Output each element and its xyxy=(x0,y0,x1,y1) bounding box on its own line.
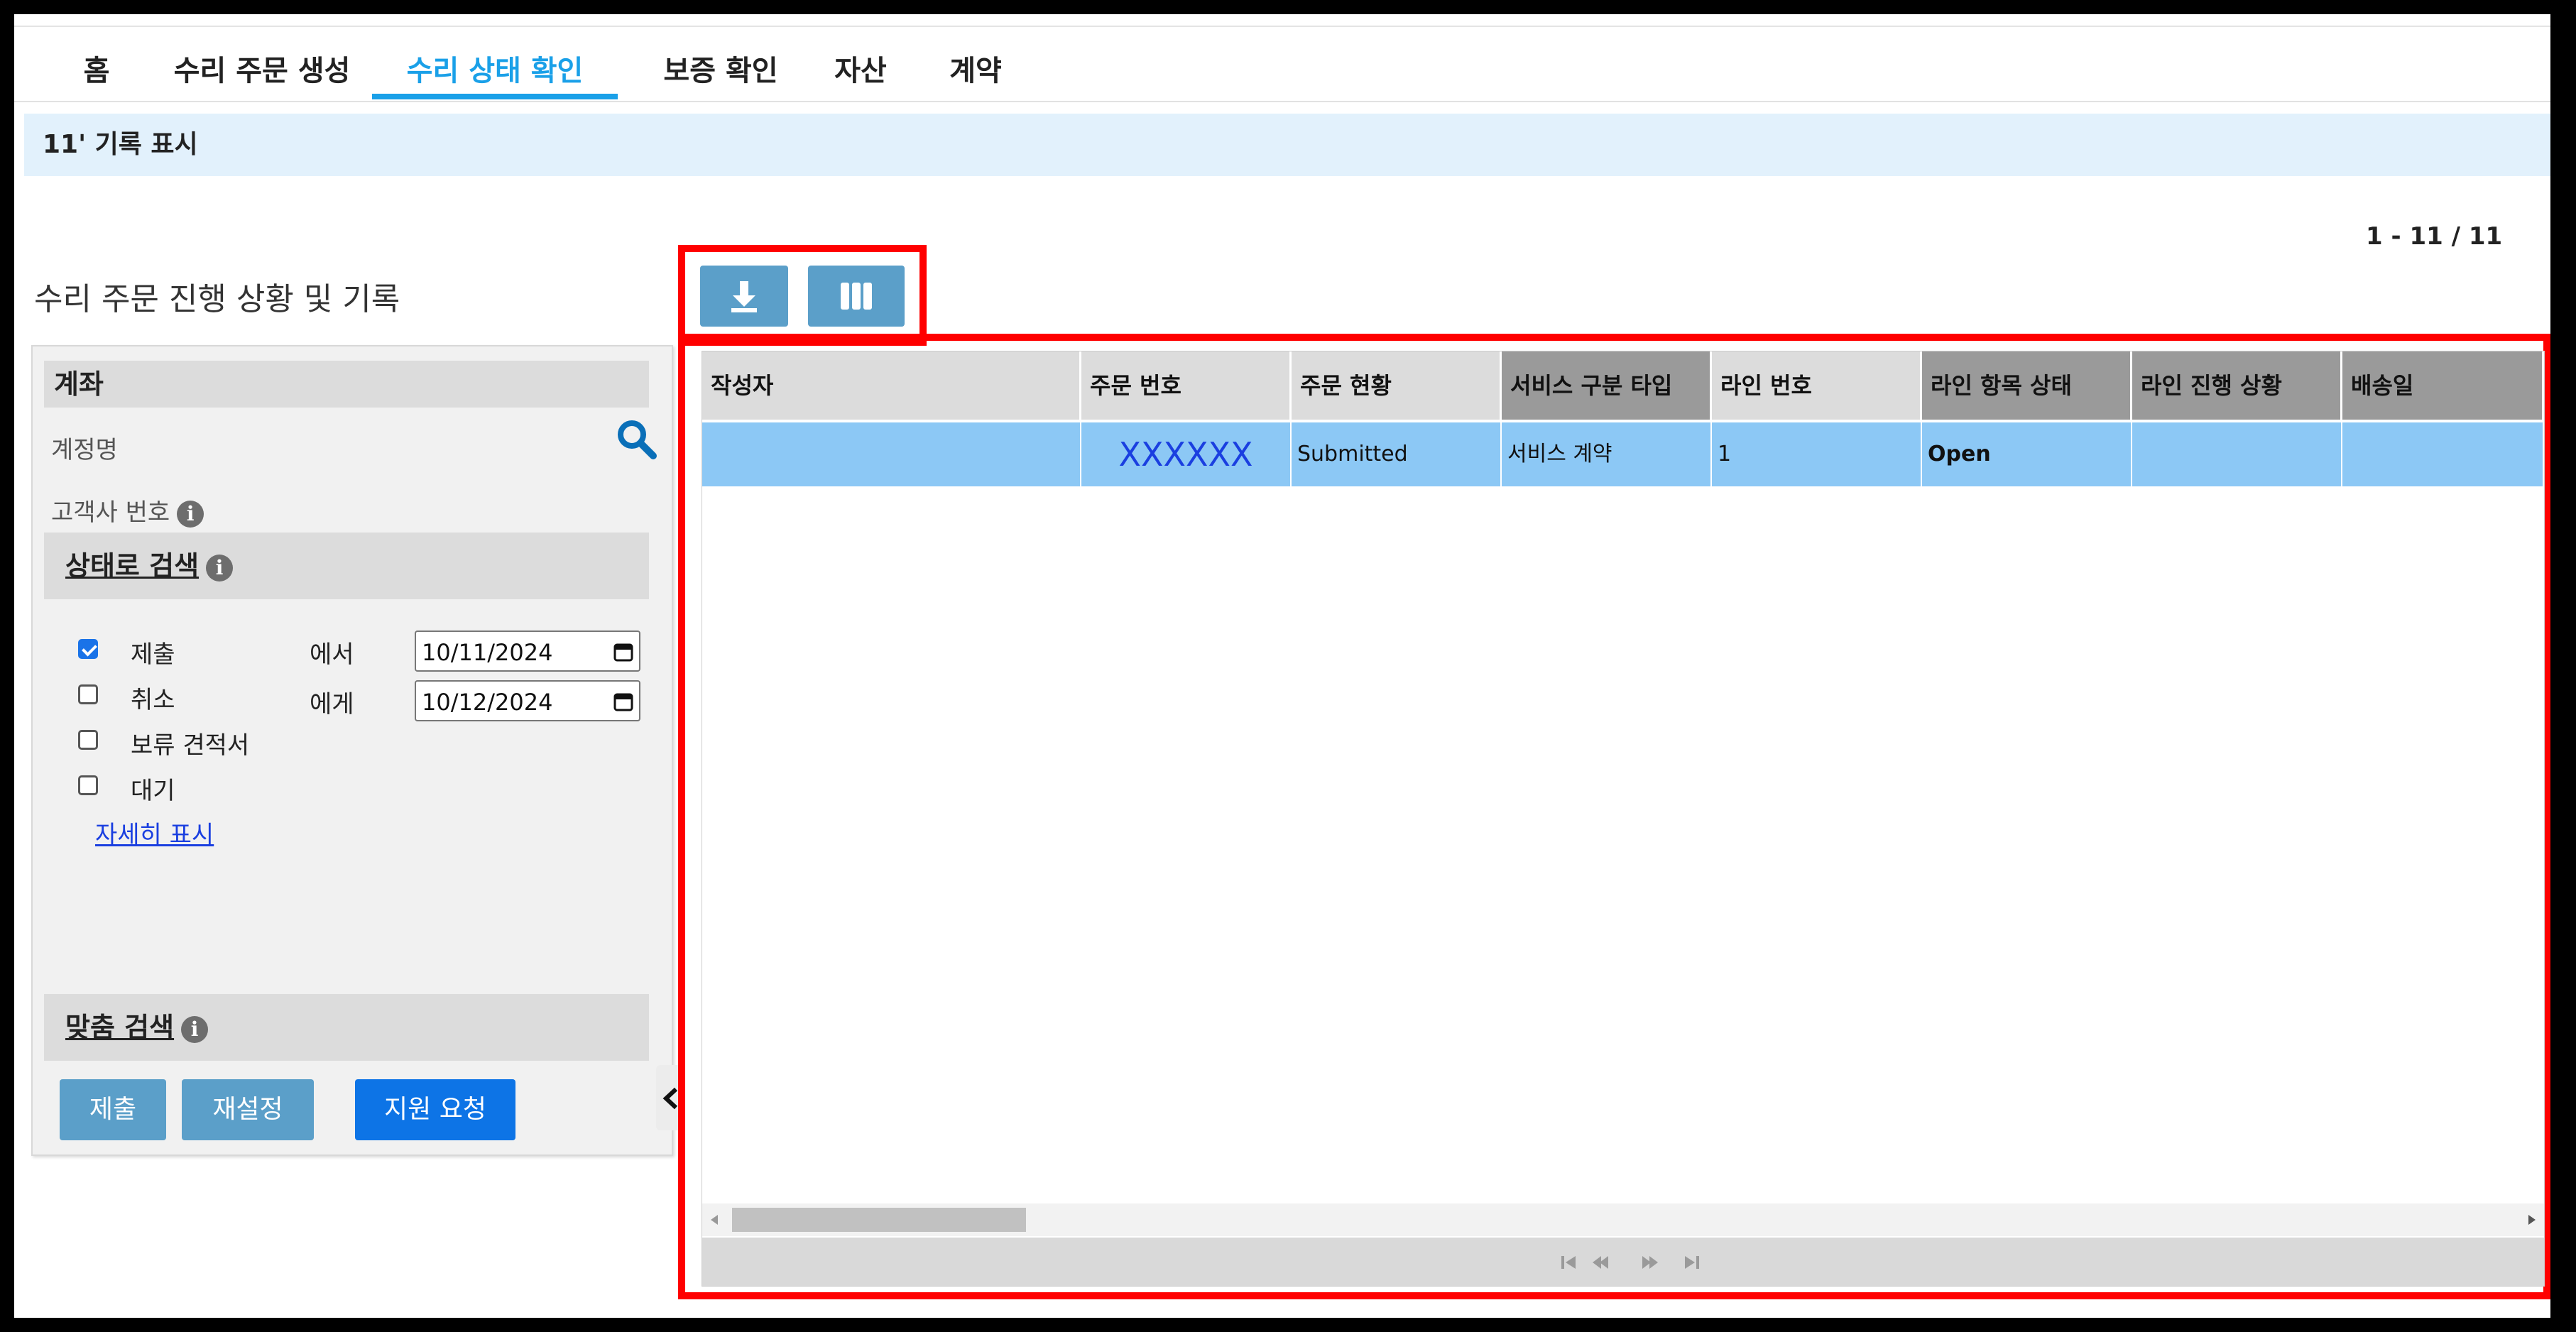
calendar-icon[interactable] xyxy=(613,692,633,711)
page: 홈 수리 주문 생성 수리 상태 확인 보증 확인 자산 계약 11' 기록 표… xyxy=(14,14,2550,1318)
column-header-service-type[interactable]: 서비스 구분 타입 xyxy=(1502,351,1712,420)
account-name-label: 계정명 xyxy=(51,436,118,464)
date-from-label: 에서 xyxy=(310,640,354,669)
info-icon[interactable]: i xyxy=(206,554,234,582)
date-to-label: 에게 xyxy=(310,690,354,719)
pager-nav-icons[interactable] xyxy=(1554,1252,1710,1273)
horizontal-scrollbar[interactable] xyxy=(702,1203,2544,1236)
grid-pager xyxy=(702,1238,2544,1286)
cell-service-type: 서비스 계약 xyxy=(1502,422,1712,486)
scroll-right-icon[interactable] xyxy=(2527,1213,2537,1226)
tab-home[interactable]: 홈 xyxy=(68,36,125,99)
column-header-ship-date[interactable]: 배송일 xyxy=(2342,351,2544,420)
status-search-title[interactable]: 상태로 검색 xyxy=(65,550,199,582)
show-more-link[interactable]: 자세히 표시 xyxy=(95,815,214,850)
scroll-left-icon[interactable] xyxy=(709,1213,719,1226)
status-search-heading: 상태로 검색 i xyxy=(44,533,649,599)
tab-warranty-check[interactable]: 보증 확인 xyxy=(645,36,797,99)
chevron-left-icon xyxy=(662,1087,678,1110)
calendar-icon[interactable] xyxy=(613,642,633,662)
filter-panel: 계좌 계정명 고객사 번호 i 상태로 검색 i 제출 취소 보류 견적서 대기 에… xyxy=(31,345,684,1156)
checkbox-cancelled-label: 취소 xyxy=(131,686,175,714)
support-request-button[interactable]: 지원 요청 xyxy=(355,1079,515,1140)
column-header-order-number[interactable]: 주문 번호 xyxy=(1081,351,1292,420)
tab-assets[interactable]: 자산 xyxy=(822,36,899,99)
column-header-author[interactable]: 작성자 xyxy=(702,351,1081,420)
columns-icon xyxy=(841,283,872,310)
checkbox-waiting[interactable] xyxy=(78,775,98,795)
download-button[interactable] xyxy=(700,266,788,327)
download-icon xyxy=(731,281,757,312)
info-icon[interactable]: i xyxy=(177,500,204,528)
submit-button[interactable]: 제출 xyxy=(60,1079,166,1140)
column-header-order-status[interactable]: 주문 현황 xyxy=(1292,351,1502,420)
checkbox-submitted-label: 제출 xyxy=(131,640,175,669)
info-icon[interactable]: i xyxy=(181,1015,209,1043)
customer-number-row: 고객사 번호 i xyxy=(51,493,204,528)
columns-button[interactable] xyxy=(808,266,905,327)
page-title: 수리 주문 진행 상황 및 기록 xyxy=(34,281,400,317)
top-divider xyxy=(14,26,2550,27)
column-header-line-progress[interactable]: 라인 진행 상황 xyxy=(2132,351,2342,420)
record-count-bar: 11' 기록 표시 xyxy=(24,114,2550,176)
customer-number-label: 고객사 번호 xyxy=(51,498,170,527)
checkbox-submitted[interactable] xyxy=(78,639,98,659)
tab-contracts[interactable]: 계약 xyxy=(937,36,1014,99)
cell-order-number-link[interactable]: XXXXXX xyxy=(1081,422,1292,486)
cell-line-item-status: Open xyxy=(1922,422,2132,486)
scrollbar-thumb[interactable] xyxy=(732,1208,1026,1232)
cell-author xyxy=(702,422,1081,486)
tab-create-repair-order[interactable]: 수리 주문 생성 xyxy=(153,36,371,99)
pager-count: 1 - 11 / 11 xyxy=(2366,222,2503,251)
custom-search-title[interactable]: 맞춤 검색 xyxy=(65,1012,174,1043)
checkbox-waiting-label: 대기 xyxy=(131,777,175,805)
date-to-input[interactable]: 10/12/2024 xyxy=(415,680,640,721)
cell-line-progress xyxy=(2132,422,2342,486)
date-from-value: 10/11/2024 xyxy=(422,639,553,666)
orders-grid: 작성자 주문 번호 주문 현황 서비스 구분 타입 라인 번호 라인 항목 상태… xyxy=(702,351,2545,1287)
date-from-input[interactable]: 10/11/2024 xyxy=(415,630,640,672)
custom-search-heading: 맞춤 검색 i xyxy=(44,994,649,1061)
main-nav: 홈 수리 주문 생성 수리 상태 확인 보증 확인 자산 계약 xyxy=(14,36,2550,102)
cell-line-number: 1 xyxy=(1712,422,1922,486)
column-header-line-item-status[interactable]: 라인 항목 상태 xyxy=(1922,351,2132,420)
date-to-value: 10/12/2024 xyxy=(422,689,553,716)
reset-button[interactable]: 재설정 xyxy=(182,1079,314,1140)
search-icon[interactable] xyxy=(615,417,657,460)
checkbox-cancelled[interactable] xyxy=(78,684,98,704)
grid-header: 작성자 주문 번호 주문 현황 서비스 구분 타입 라인 번호 라인 항목 상태… xyxy=(702,351,2544,420)
cell-ship-date xyxy=(2342,422,2544,486)
checkbox-pending-quote-label: 보류 견적서 xyxy=(131,731,250,760)
table-row[interactable]: XXXXXX Submitted 서비스 계약 1 Open xyxy=(702,422,2544,486)
checkbox-pending-quote[interactable] xyxy=(78,730,98,750)
tab-repair-status[interactable]: 수리 상태 확인 xyxy=(372,36,618,99)
account-section-heading: 계좌 xyxy=(44,361,649,408)
column-header-line-number[interactable]: 라인 번호 xyxy=(1712,351,1922,420)
cell-order-status: Submitted xyxy=(1292,422,1502,486)
